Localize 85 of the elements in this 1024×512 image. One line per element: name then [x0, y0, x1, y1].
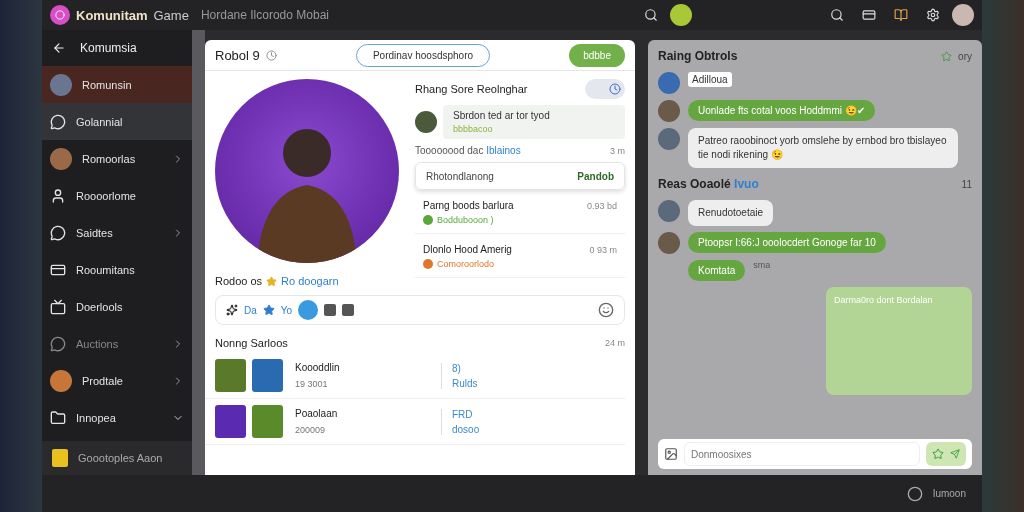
image-icon[interactable]	[664, 447, 678, 461]
tv-icon	[50, 298, 66, 315]
thumbnail	[215, 405, 246, 438]
list-row[interactable]: Poaolaan 200009 FRD dosoo	[205, 399, 625, 445]
chat-icon	[50, 113, 66, 130]
caption-link[interactable]: Ro doogarn	[281, 275, 339, 287]
send-icon	[950, 449, 960, 459]
time-label: 24 m	[605, 338, 625, 348]
page-subtitle: Hordane Ilcorodo Mobai	[200, 8, 329, 22]
select-field[interactable]: Rhotondlanong Pandob	[415, 162, 625, 190]
sidebar-item[interactable]: Doerlools	[42, 288, 192, 325]
meta-link[interactable]: Iblainos	[486, 145, 521, 156]
star-icon	[932, 448, 944, 460]
circle-icon[interactable]	[906, 485, 923, 502]
avatar	[658, 100, 680, 122]
scrollbar[interactable]	[192, 30, 205, 475]
message-bubble: Patreo raoobinoct yorb omslehe by ernbod bro tbislayeo tie nodi rikening 😉	[688, 128, 958, 168]
name-tag: Adilloua	[688, 72, 732, 87]
message-field[interactable]: Donmoosixes	[684, 442, 920, 466]
comment-bubble: Sbrdon ted ar tor tyod bbbbacoo	[443, 105, 625, 139]
message-bubble: Ptoopsr I:66:J ooolocdert Gonoge far 10	[688, 232, 886, 253]
user-icon	[50, 187, 66, 204]
list-item[interactable]: Dlonlo Hood Amerig 0 93 m Comoroorlodo	[415, 240, 625, 278]
star-icon[interactable]	[262, 304, 275, 316]
app-title: Game	[153, 7, 189, 23]
section-heading: Reas Ooaolé Ivuo	[658, 177, 760, 191]
list-item[interactable]: Parng boods barlura 0.93 bd Boddubooon )	[415, 196, 625, 234]
reaction-icon[interactable]	[298, 300, 319, 320]
thumbnail	[252, 359, 283, 392]
time-label: 3 m	[610, 145, 625, 156]
message-bubble: Renudotoetaie	[688, 200, 774, 226]
folder-icon	[50, 409, 66, 426]
sidebar-item[interactable]: Golannial	[42, 103, 192, 140]
avatar	[658, 232, 680, 254]
tool-icon[interactable]	[324, 304, 337, 316]
chat-icon	[50, 335, 66, 352]
sidebar-item[interactable]: Prodtale	[42, 362, 192, 399]
sidebar-title: Komumsia	[80, 41, 137, 55]
clock-icon	[265, 49, 277, 61]
toggle[interactable]	[585, 79, 625, 99]
section-heading: Nonng Sarloos	[215, 337, 289, 349]
message-bubble: Uonlade fts cotal voos Hoddmmi 😉✔	[688, 100, 875, 121]
chat-icon	[50, 224, 66, 241]
app-brand: Komunitam	[76, 7, 148, 23]
send-button[interactable]	[926, 442, 966, 466]
avatar	[658, 128, 680, 150]
caption: Rodoo os	[215, 275, 263, 287]
sidebar-item[interactable]: Romoorlas	[42, 140, 192, 177]
message-bubble: Darma0ro dont Bordalan	[826, 287, 972, 395]
star-icon	[266, 275, 278, 287]
star-icon	[941, 50, 953, 62]
app-icon	[52, 449, 68, 467]
sparkle-icon[interactable]	[226, 304, 238, 316]
back-icon[interactable]	[52, 41, 66, 55]
sidebar-item[interactable]: Roooorlome	[42, 177, 192, 214]
avatar	[658, 200, 680, 222]
emoji-icon[interactable]	[670, 4, 692, 26]
toolbar-label: Da	[244, 304, 257, 316]
sidebar-item[interactable]: Romunsin	[42, 66, 192, 103]
thumbnail	[215, 359, 246, 392]
time-label: 11	[961, 178, 972, 190]
meta-text: Toooooood dac Iblainos	[415, 145, 522, 156]
corner-label: ory	[958, 50, 972, 62]
list-row[interactable]: Koooddlin 19 3001 8) Rulds	[205, 353, 625, 399]
avatar[interactable]	[952, 4, 974, 26]
sidebar-item[interactable]: Auctions	[42, 325, 192, 362]
sidebar-item[interactable]: Rooumitans	[42, 251, 192, 288]
avatar	[415, 111, 437, 133]
thumbnail	[252, 405, 283, 438]
message-meta: sma	[753, 260, 771, 270]
message-bubble: Komtata	[688, 260, 746, 281]
section-heading: Rhang Sore Reolnghar	[415, 83, 529, 95]
card-title: Robol 9	[215, 47, 260, 63]
app-logo	[50, 5, 70, 25]
emoji-icon[interactable]	[598, 302, 614, 318]
toolbar-label: Yo	[280, 304, 293, 316]
sidebar-item[interactable]: Innopea	[42, 399, 192, 436]
tool-icon[interactable]	[342, 304, 355, 316]
footer-label: Iumoon	[932, 488, 966, 499]
clock-icon	[609, 83, 621, 95]
pill-button[interactable]: Pordinav hoosdsphoro	[355, 43, 491, 67]
chat-title: Raing Obtrols	[658, 49, 739, 63]
avatar	[658, 72, 680, 94]
footer-label: Goootoples Aaon	[78, 452, 163, 464]
sidebar-item[interactable]: Saidtes	[42, 214, 192, 251]
